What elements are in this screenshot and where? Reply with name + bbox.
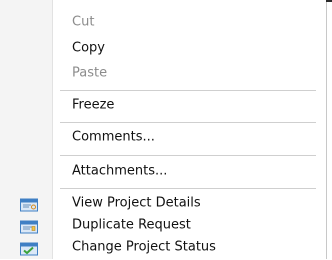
menu-item-label: Freeze [72,97,115,113]
menu-item-cut: Cut [0,11,326,33]
menu-item-label: Attachments... [72,163,168,179]
menu-item-paste: Paste [0,62,326,84]
menu-item-view-project-details[interactable]: View Project Details [0,192,326,214]
change-status-icon [20,241,38,256]
menu-separator [60,188,316,189]
menu-item-label: Change Project Status [72,239,216,255]
menu-item-label: Comments... [72,129,155,145]
menu-item-freeze[interactable]: Freeze [0,94,326,116]
menu-item-label: Copy [72,40,105,56]
context-menu: Cut Copy Paste Freeze Comments... Attach… [0,0,327,259]
menu-item-duplicate-request[interactable]: Duplicate Request [0,214,326,236]
menu-item-label: View Project Details [72,195,201,211]
menu-item-label: Paste [72,65,108,81]
menu-item-attachments[interactable]: Attachments... [0,160,326,182]
menu-item-copy[interactable]: Copy [0,37,326,59]
menu-item-label: Duplicate Request [72,217,191,233]
menu-separator [60,155,316,156]
menu-separator [60,90,316,91]
menu-separator [60,122,316,123]
project-details-icon [20,197,38,212]
menu-item-change-project-status[interactable]: Change Project Status [0,236,326,258]
window-edge [326,0,332,2]
menu-item-label: Cut [72,14,95,30]
duplicate-request-icon [20,219,38,234]
menu-item-comments[interactable]: Comments... [0,126,326,148]
